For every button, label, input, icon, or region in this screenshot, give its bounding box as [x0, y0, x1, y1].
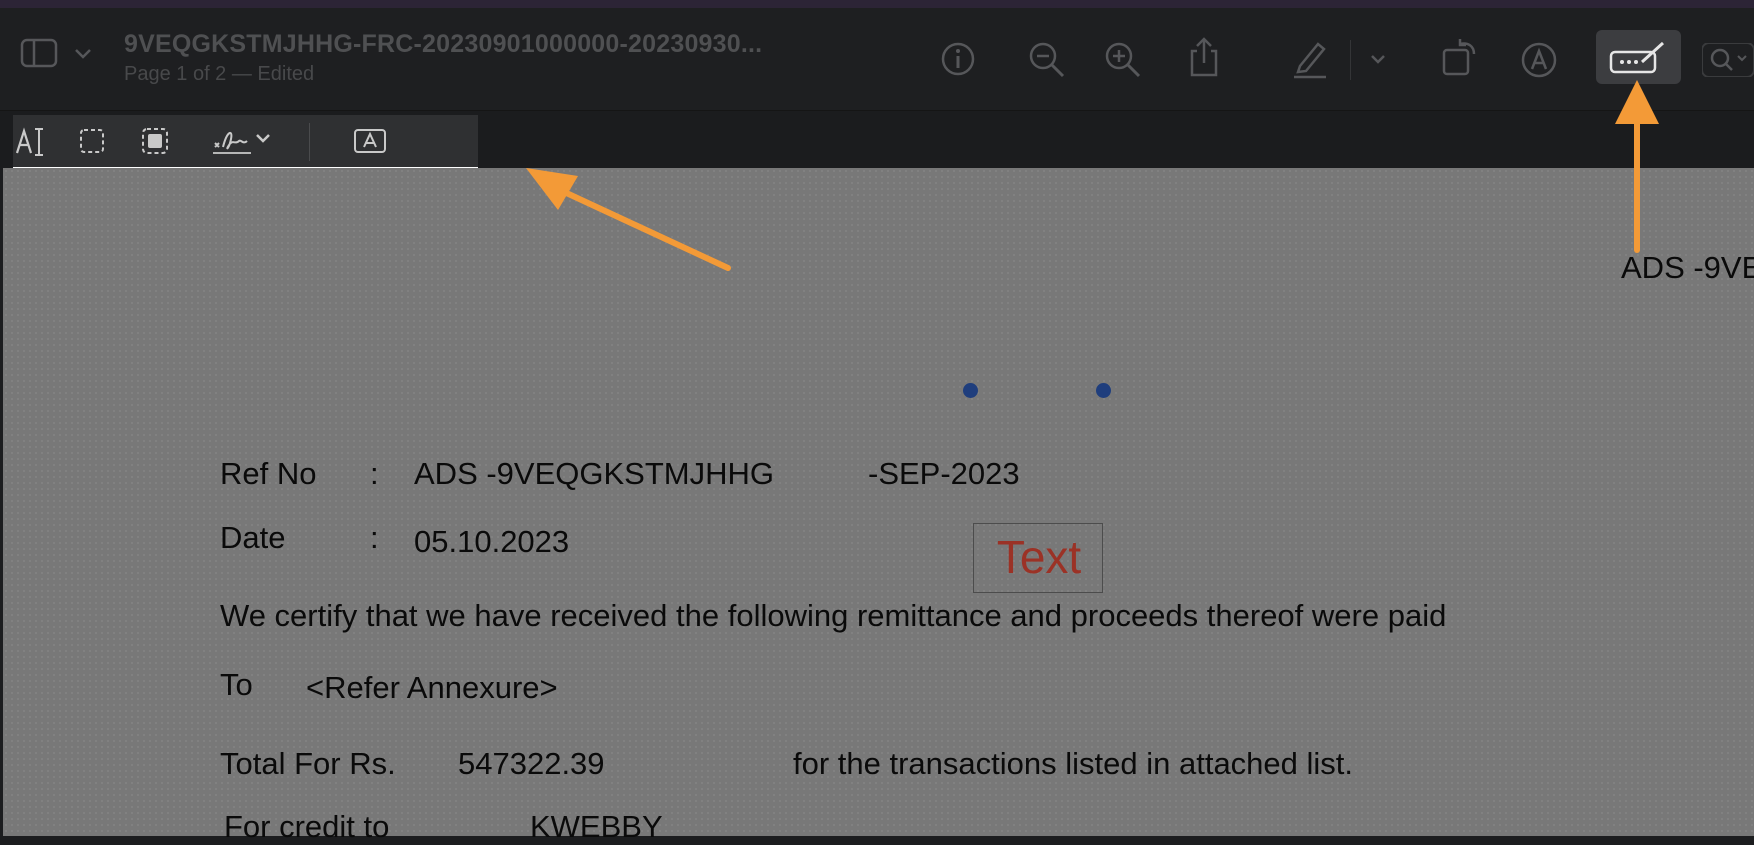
markup-separator: [309, 123, 310, 161]
toolbar-separator: [1350, 40, 1351, 80]
window-toolbar: 9VEQGKSTMJHHG-FRC-20230901000000-2023093…: [0, 8, 1754, 111]
smart-lasso-icon[interactable]: [141, 127, 169, 155]
date-label: Date: [220, 520, 286, 555]
annotate-icon[interactable]: [1520, 41, 1558, 79]
info-icon[interactable]: [940, 41, 976, 77]
sidebar-icon[interactable]: [20, 38, 60, 68]
credit-label: For credit to: [224, 809, 390, 844]
text-selection-icon[interactable]: [15, 125, 47, 159]
share-icon[interactable]: [1186, 35, 1222, 79]
resize-handle-right[interactable]: [1096, 383, 1111, 398]
text-annotation-box[interactable]: Text: [973, 523, 1103, 593]
search-icon[interactable]: [1702, 43, 1754, 77]
side-text: ADS -9VE: [1621, 250, 1754, 285]
total-label: Total For Rs.: [220, 746, 396, 781]
ref-colon: :: [370, 456, 379, 491]
total-value: 547322.39: [458, 746, 605, 781]
chevron-down-icon[interactable]: [1370, 54, 1386, 65]
date-colon: :: [370, 520, 379, 555]
ref-label: Ref No: [220, 456, 317, 491]
menu-bar-strip: [0, 0, 1754, 8]
chevron-down-icon[interactable]: [74, 48, 92, 60]
date-value: 05.10.2023: [414, 524, 570, 559]
rectangular-selection-icon[interactable]: [79, 128, 105, 154]
highlight-icon[interactable]: [1290, 38, 1330, 80]
markup-toolbar-button[interactable]: [1596, 30, 1681, 84]
certify-line: We certify that we have received the fol…: [220, 598, 1447, 633]
ref-value: ADS -9VEQGKSTMJHHG: [414, 456, 774, 491]
signature-icon[interactable]: [211, 125, 253, 157]
zoom-in-icon[interactable]: [1104, 41, 1142, 79]
text-box-icon[interactable]: [353, 128, 387, 154]
chevron-down-icon[interactable]: [255, 133, 271, 144]
to-value: <Refer Annexure>: [306, 670, 558, 705]
pdf-page: ADS -9VE Text Ref No : ADS -9VEQGKSTMJHH…: [3, 168, 1754, 844]
markup-toolbar: [13, 115, 478, 168]
rotate-icon[interactable]: [1440, 36, 1480, 78]
total-description: for the transactions listed in attached …: [793, 746, 1354, 781]
markup-toolbar-icon: [1608, 40, 1668, 76]
document-title: 9VEQGKSTMJHHG-FRC-20230901000000-2023093…: [124, 30, 763, 58]
text-annotation-label: Text: [996, 531, 1082, 583]
zoom-out-icon[interactable]: [1028, 41, 1066, 79]
to-label: To: [220, 667, 253, 702]
credit-value: KWEBBY: [530, 809, 663, 844]
ref-suffix: -SEP-2023: [868, 456, 1020, 491]
resize-handle-left[interactable]: [963, 383, 978, 398]
document-subtitle: Page 1 of 2 — Edited: [124, 63, 315, 85]
